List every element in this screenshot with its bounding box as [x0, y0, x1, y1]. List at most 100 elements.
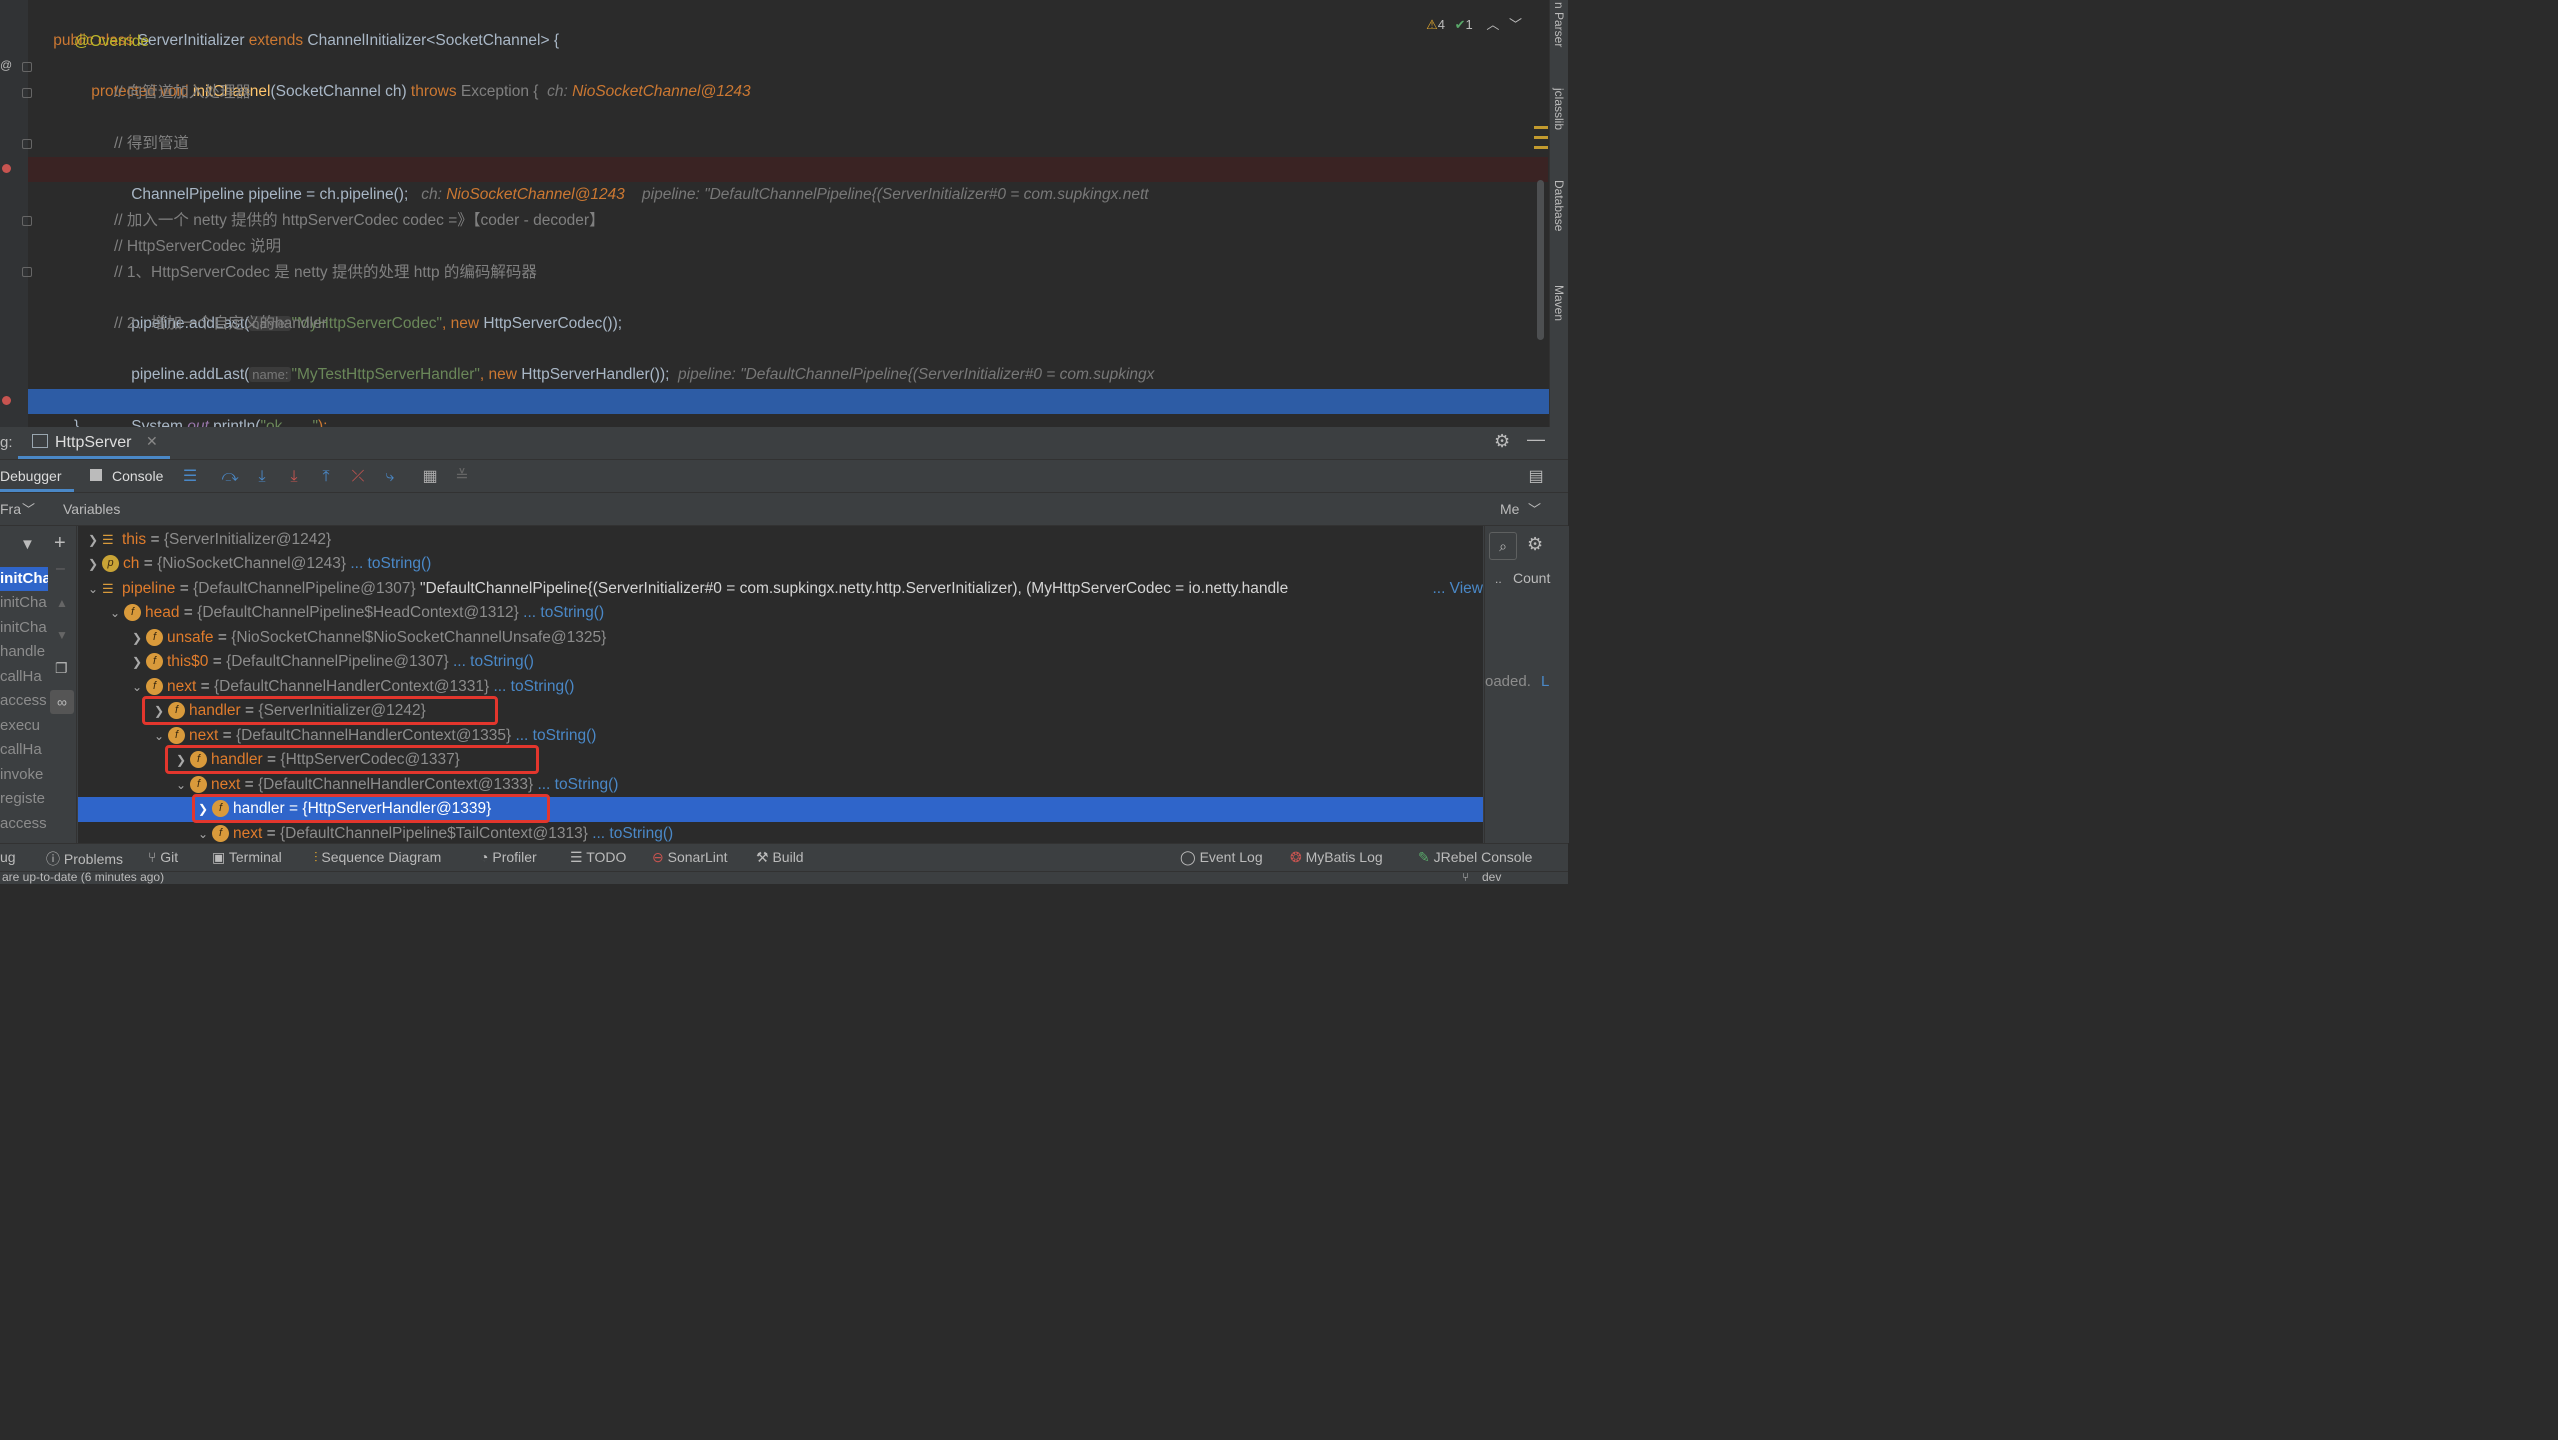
tostring-link[interactable]: ... toString()	[537, 776, 618, 793]
error-stripe-mark[interactable]	[1534, 126, 1548, 129]
expand-arrow-icon[interactable]: ❯	[130, 626, 144, 651]
variable-row[interactable]: ⌄ ☰ pipeline = {DefaultChannelPipeline@130…	[78, 577, 1483, 602]
move-up-icon[interactable]: ▲	[56, 596, 68, 610]
variable-row[interactable]: ⌄ f head = {DefaultChannelPipeline$HeadCon…	[78, 601, 1483, 626]
jclasslib-tool-tab[interactable]: jclasslib	[1552, 88, 1566, 130]
chevron-down-icon[interactable]: ﹀	[1509, 17, 1522, 32]
copy-icon[interactable]: ❐	[55, 660, 68, 677]
tool-tab-profiler[interactable]: ◔ Profiler	[480, 849, 537, 865]
minimize-icon[interactable]: —	[1527, 429, 1545, 450]
filter-icon[interactable]: ▼	[20, 536, 35, 553]
git-branch[interactable]: dev	[1482, 872, 1501, 884]
variable-row[interactable]: ⌄ f next = {DefaultChannelPipeline$TailCon…	[78, 822, 1483, 843]
error-stripe-mark[interactable]	[1534, 146, 1548, 149]
collapse-arrow-icon[interactable]: ⌄	[108, 601, 122, 626]
frame-item[interactable]: handle	[0, 640, 45, 664]
fold-icon[interactable]	[22, 62, 32, 72]
step-out-icon[interactable]: ⤒	[317, 468, 335, 486]
tool-tab-git[interactable]: ⑂ Git	[148, 849, 178, 865]
tab-httpserver[interactable]: HttpServer ✕	[18, 427, 170, 459]
fold-icon[interactable]	[22, 216, 32, 226]
breakpoint-icon[interactable]	[2, 396, 11, 405]
error-stripe-mark[interactable]	[1534, 136, 1548, 139]
editor-gutter[interactable]: @	[0, 0, 32, 427]
frame-item[interactable]: initCha	[0, 591, 47, 615]
add-watch-icon[interactable]: +	[54, 532, 66, 555]
fold-icon[interactable]	[22, 139, 32, 149]
gear-icon[interactable]: ⚙	[1527, 534, 1543, 555]
tool-tab-todo[interactable]: ☰ TODO	[570, 849, 626, 866]
count-column-header[interactable]: Count	[1513, 570, 1550, 586]
tab-debugger[interactable]: Debugger	[0, 460, 74, 492]
tostring-link[interactable]: ... toString()	[523, 604, 604, 621]
drop-frame-icon[interactable]: ⤫	[349, 468, 367, 486]
inspection-indicator[interactable]: ⚠4 ✔1 ︿ ﹀	[1426, 14, 1522, 33]
frames-list[interactable]: initCha initCha initCha handle callHa ac…	[0, 526, 48, 843]
maven-tool-tab[interactable]: Maven	[1552, 285, 1566, 321]
run-to-cursor-icon[interactable]: ⤷	[381, 468, 399, 486]
frame-item[interactable]: registe	[0, 787, 45, 811]
tool-tab-build[interactable]: ⚒ Build	[756, 849, 804, 866]
force-step-into-icon[interactable]: ⤓	[285, 468, 303, 486]
frame-item[interactable]: callHa	[0, 665, 42, 689]
frame-item[interactable]: invoke	[0, 763, 43, 787]
chevron-up-icon[interactable]: ︿	[1486, 17, 1499, 32]
collapse-arrow-icon[interactable]: ⌄	[196, 822, 210, 843]
tool-tab-debug[interactable]: ug	[0, 849, 16, 865]
frame-item[interactable]: callHa	[0, 738, 42, 762]
tool-tab-event-log[interactable]: ◯ Event Log	[1180, 849, 1263, 866]
gear-icon[interactable]: ⚙	[1494, 431, 1510, 452]
tostring-link[interactable]: ... toString()	[515, 727, 596, 744]
tab-console[interactable]: Console	[90, 460, 170, 492]
frame-item[interactable]: access	[0, 812, 47, 836]
watches-toggle-icon[interactable]: ∞	[50, 690, 74, 714]
step-into-icon[interactable]: ⤓	[253, 468, 271, 486]
search-icon[interactable]: ⌕	[1489, 532, 1517, 560]
variables-tree[interactable]: ❯ ☰ this = {ServerInitializer@1242} ❯ p ch =…	[78, 526, 1483, 843]
move-down-icon[interactable]: ▼	[56, 628, 68, 642]
tostring-link[interactable]: ... toString()	[453, 653, 534, 670]
variable-row[interactable]: ❯ f this$0 = {DefaultChannelPipeline@1307}…	[78, 650, 1483, 675]
expand-arrow-icon[interactable]: ❯	[86, 552, 100, 577]
view-link[interactable]: ... View	[1430, 577, 1483, 602]
tool-tab-sonarlint[interactable]: ⊖ SonarLint	[652, 849, 728, 866]
chevron-down-icon[interactable]: ﹀	[22, 499, 35, 518]
tool-tab-mybatis-log[interactable]: ❂ MyBatis Log	[1290, 849, 1383, 866]
chevron-down-icon[interactable]: ﹀	[1528, 499, 1541, 518]
scrollbar[interactable]	[1537, 180, 1544, 340]
trace-icon[interactable]: ≚	[453, 468, 471, 486]
frame-item[interactable]: initCha	[0, 567, 48, 591]
variable-row[interactable]: ❯ ☰ this = {ServerInitializer@1242}	[78, 528, 1483, 553]
expand-arrow-icon[interactable]: ❯	[86, 528, 100, 553]
load-classes-link[interactable]: L	[1541, 673, 1549, 690]
tool-tab-problems[interactable]: ⓘ Problems	[46, 849, 123, 869]
parser-tool-tab[interactable]: n Parser	[1552, 2, 1566, 47]
tool-tab-jrebel-console[interactable]: ✎ JRebel Console	[1418, 849, 1532, 866]
tool-tab-terminal[interactable]: ▣ Terminal	[212, 849, 282, 866]
variable-row[interactable]: ❯ f unsafe = {NioSocketChannel$NioSocketCh…	[78, 626, 1483, 651]
collapse-arrow-icon[interactable]: ⌄	[130, 675, 144, 700]
expand-arrow-icon[interactable]: ❯	[130, 650, 144, 675]
frame-item[interactable]: access	[0, 689, 47, 713]
tool-tab-sequence-diagram[interactable]: ⫶ Sequence Diagram	[314, 849, 441, 866]
close-icon[interactable]: ✕	[146, 433, 158, 450]
fold-icon[interactable]	[22, 88, 32, 98]
step-over-icon[interactable]: ⤼	[221, 468, 239, 486]
layout-icon[interactable]: ☰	[181, 468, 199, 486]
collapse-arrow-icon[interactable]: ⌄	[86, 577, 100, 602]
remove-icon[interactable]: –	[56, 560, 65, 578]
fold-icon[interactable]	[22, 267, 32, 277]
code-editor[interactable]: @ public class ServerInitializer extends…	[0, 0, 1550, 427]
evaluate-expression-icon[interactable]: ▦	[421, 468, 439, 486]
breakpoint-icon[interactable]	[2, 164, 11, 173]
collapse-arrow-icon[interactable]: ⌄	[174, 773, 188, 798]
tostring-link[interactable]: ... toString()	[592, 825, 673, 842]
tostring-link[interactable]: ... toString()	[493, 678, 574, 695]
frame-item[interactable]: execu	[0, 714, 40, 738]
frame-item[interactable]: initCha	[0, 616, 47, 640]
database-tool-tab[interactable]: Database	[1552, 180, 1566, 231]
collapse-arrow-icon[interactable]: ⌄	[152, 724, 166, 749]
tostring-link[interactable]: ... toString()	[350, 555, 431, 572]
layout-settings-icon[interactable]: ▤	[1527, 468, 1545, 486]
variable-row[interactable]: ❯ p ch = {NioSocketChannel@1243} ... toStr…	[78, 552, 1483, 577]
